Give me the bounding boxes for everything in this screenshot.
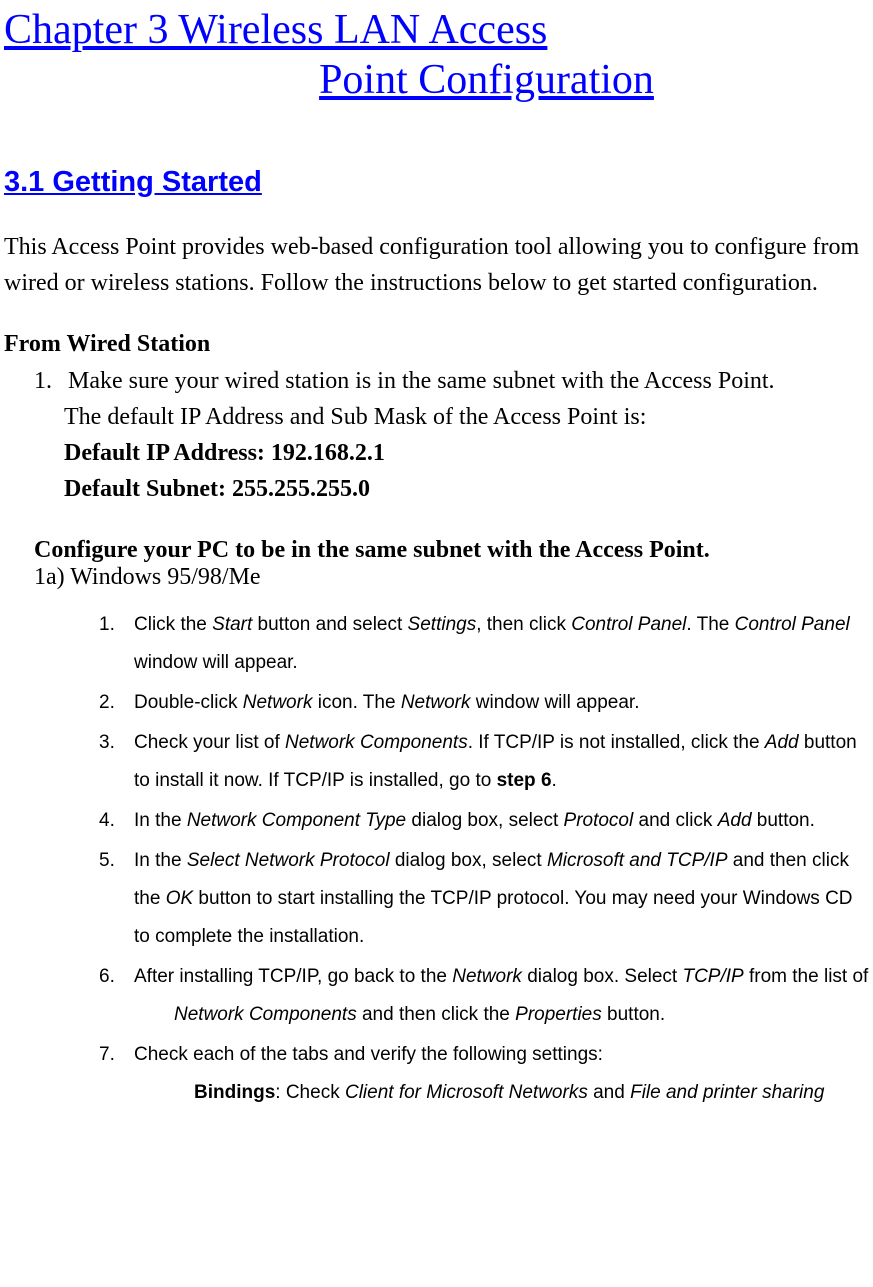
- default-ip-info: The default IP Address and Sub Mask of t…: [64, 399, 869, 435]
- list-item-text: In the Network Component Type dialog box…: [134, 802, 869, 840]
- list-item-number: 5.: [99, 842, 134, 956]
- list-item-text: Check your list of Network Components. I…: [134, 724, 869, 800]
- document-page: Chapter 3 Wireless LAN Access Point Conf…: [0, 0, 873, 1112]
- list-item-text: Double-click Network icon. The Network w…: [134, 684, 869, 722]
- chapter-title: Chapter 3 Wireless LAN Access Point Conf…: [4, 5, 869, 106]
- step-1-body: The default IP Address and Sub Mask of t…: [64, 399, 869, 507]
- list-item: 7. Check each of the tabs and verify the…: [99, 1036, 869, 1112]
- list-item-number: 4.: [99, 802, 134, 840]
- list-item: 1. Click the Start button and select Set…: [99, 606, 869, 682]
- chapter-title-line2: Point Configuration: [4, 55, 869, 105]
- step-1-block: 1. Make sure your wired station is in th…: [34, 363, 869, 507]
- list-item-text: In the Select Network Protocol dialog bo…: [134, 842, 869, 956]
- list-item-text: Click the Start button and select Settin…: [134, 606, 869, 682]
- list-item-number: 3.: [99, 724, 134, 800]
- list-item: 4. In the Network Component Type dialog …: [99, 802, 869, 840]
- list-item-number: 6.: [99, 958, 134, 1034]
- list-item-text: Check each of the tabs and verify the fo…: [134, 1036, 869, 1112]
- list-item: 2. Double-click Network icon. The Networ…: [99, 684, 869, 722]
- step-1-number: 1.: [34, 368, 64, 395]
- step-1-text: Make sure your wired station is in the s…: [68, 368, 775, 394]
- list-item: 6. After installing TCP/IP, go back to t…: [99, 958, 869, 1034]
- platform-label: 1a) Windows 95/98/Me: [34, 564, 869, 591]
- section-title: 3.1 Getting Started: [4, 166, 869, 199]
- list-item-number: 7.: [99, 1036, 134, 1112]
- default-ip-address: Default IP Address: 192.168.2.1: [64, 435, 869, 471]
- bindings-line: Bindings: Check Client for Microsoft Net…: [194, 1074, 869, 1112]
- chapter-title-line1: Chapter 3 Wireless LAN Access: [4, 5, 869, 55]
- list-item: 5. In the Select Network Protocol dialog…: [99, 842, 869, 956]
- configure-pc-heading: Configure your PC to be in the same subn…: [34, 537, 869, 564]
- list-item-number: 2.: [99, 684, 134, 722]
- list-item: 3. Check your list of Network Components…: [99, 724, 869, 800]
- step-1-row: 1. Make sure your wired station is in th…: [34, 363, 869, 399]
- default-subnet: Default Subnet: 255.255.255.0: [64, 471, 869, 507]
- from-wired-station-heading: From Wired Station: [4, 331, 869, 358]
- list-item-text: After installing TCP/IP, go back to the …: [134, 958, 869, 1034]
- list-item-number: 1.: [99, 606, 134, 682]
- numbered-steps-list: 1. Click the Start button and select Set…: [99, 606, 869, 1112]
- intro-paragraph: This Access Point provides web-based con…: [4, 229, 869, 301]
